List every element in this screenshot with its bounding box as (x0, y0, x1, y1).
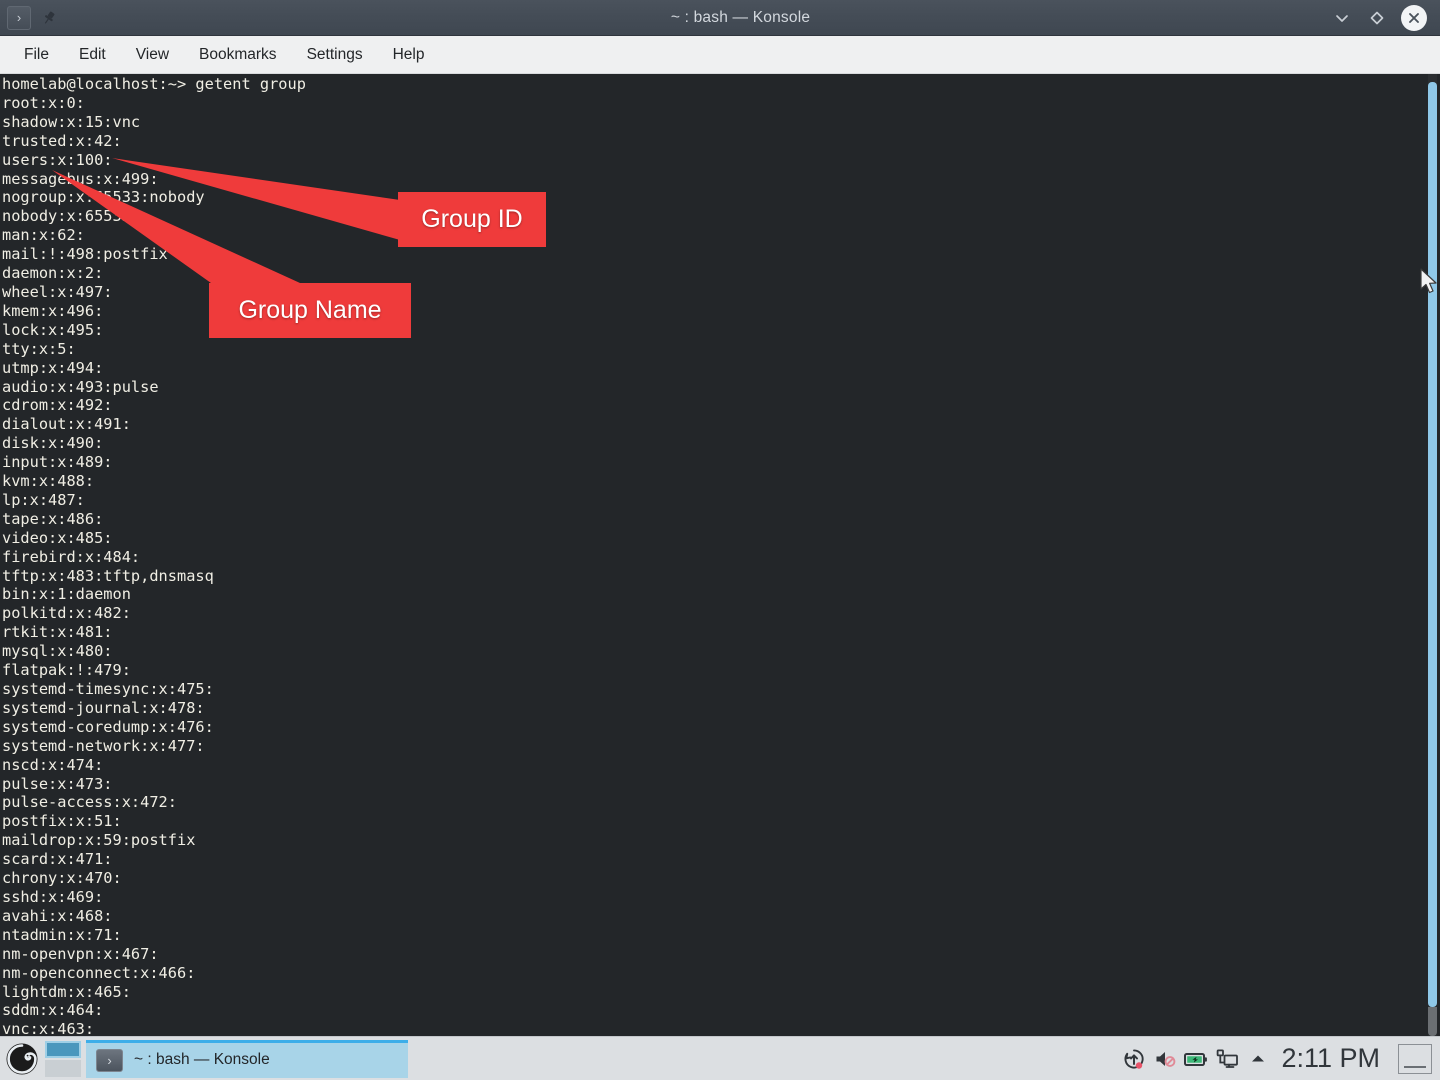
terminal-line: chrony:x:470: (2, 869, 122, 888)
terminal-line: kmem:x:496: (2, 301, 104, 320)
terminal-line: kvm:x:488: (2, 472, 95, 491)
terminal-line: tape:x:486: (2, 509, 104, 528)
terminal-line: man:x:62: (2, 226, 85, 245)
menubar: File Edit View Bookmarks Settings Help (0, 36, 1440, 74)
menu-bookmarks[interactable]: Bookmarks (186, 41, 290, 69)
menu-view[interactable]: View (123, 41, 182, 69)
terminal-line: systemd-journal:x:478: (2, 698, 205, 717)
titlebar-left-icons: › (0, 5, 150, 30)
konsole-icon: › (96, 1048, 123, 1072)
terminal-line: trusted:x:42: (2, 131, 122, 150)
terminal-text: homelab@localhost:~> getent group root:x:… (2, 75, 306, 1036)
terminal-line: sddm:x:464: (2, 1001, 104, 1020)
clock[interactable]: 2:11 PM (1273, 1043, 1392, 1074)
window-controls (1331, 4, 1440, 31)
terminal-line: vnc:x:463: (2, 1020, 95, 1036)
desktop-pager[interactable] (44, 1038, 82, 1080)
terminal-line: lightdm:x:465: (2, 982, 131, 1001)
terminal-line: flatpak:!:479: (2, 661, 131, 680)
terminal-line: scard:x:471: (2, 850, 113, 869)
terminal-line: cdrom:x:492: (2, 396, 113, 415)
terminal-line: pulse-access:x:472: (2, 793, 177, 812)
pager-desktop-2[interactable] (45, 1059, 81, 1077)
terminal-line: audio:x:493:pulse (2, 377, 159, 396)
terminal-line: lock:x:495: (2, 320, 104, 339)
terminal-line: lp:x:487: (2, 490, 85, 509)
opensuse-chameleon-icon[interactable] (0, 1037, 44, 1080)
terminal-line: wheel:x:497: (2, 282, 113, 301)
taskbar: › ~ : bash — Konsole 2:11 PM (0, 1036, 1440, 1080)
scrollbar-track-lower[interactable] (1428, 1007, 1437, 1036)
maximize-button[interactable] (1366, 7, 1388, 29)
terminal-line: mysql:x:480: (2, 642, 113, 661)
terminal-line: nscd:x:474: (2, 755, 104, 774)
show-hidden-icons-icon[interactable] (1242, 1037, 1273, 1080)
terminal-line: nobody:x:65533: (2, 207, 141, 226)
terminal-line: nogroup:x:65533:nobody (2, 188, 205, 207)
terminal-line: maildrop:x:59:postfix (2, 831, 196, 850)
terminal-line: users:x:100: (2, 150, 113, 169)
menu-help[interactable]: Help (380, 41, 438, 69)
system-tray: 2:11 PM (1118, 1037, 1440, 1080)
mouse-cursor-icon (1420, 268, 1440, 301)
konsole-icon[interactable]: › (7, 5, 31, 30)
network-wired-icon[interactable] (1211, 1037, 1242, 1080)
terminal-line: tty:x:5: (2, 339, 76, 358)
terminal-line: video:x:485: (2, 528, 113, 547)
terminal-line: systemd-network:x:477: (2, 736, 205, 755)
close-button[interactable] (1401, 4, 1427, 31)
volume-muted-icon[interactable] (1149, 1037, 1180, 1080)
terminal-line: rtkit:x:481: (2, 623, 113, 642)
konsole-window: › ~ : bash — Konsole File Edit View Book… (0, 0, 1440, 1080)
scrollbar-thumb[interactable] (1428, 82, 1437, 1007)
terminal-line: messagebus:x:499: (2, 169, 159, 188)
terminal-line: utmp:x:494: (2, 358, 104, 377)
terminal-line: disk:x:490: (2, 434, 104, 453)
terminal-line: tftp:x:483:tftp,dnsmasq (2, 566, 214, 585)
terminal-scrollbar[interactable] (1424, 74, 1440, 1036)
terminal-line: daemon:x:2: (2, 264, 104, 283)
terminal-line: avahi:x:468: (2, 906, 113, 925)
terminal-line: postfix:x:51: (2, 812, 122, 831)
terminal-line: sshd:x:469: (2, 887, 104, 906)
terminal-output-area[interactable]: homelab@localhost:~> getent group root:x:… (0, 74, 1440, 1036)
terminal-line: pulse:x:473: (2, 774, 113, 793)
terminal-line: homelab@localhost:~> getent group (2, 75, 306, 93)
software-update-icon[interactable] (1118, 1037, 1149, 1080)
task-button-label: ~ : bash — Konsole (134, 1051, 270, 1068)
task-button-konsole[interactable]: › ~ : bash — Konsole (86, 1039, 408, 1078)
menu-file[interactable]: File (11, 41, 62, 69)
pager-desktop-1[interactable] (45, 1040, 81, 1058)
terminal-line: dialout:x:491: (2, 415, 131, 434)
battery-charging-icon[interactable] (1180, 1037, 1211, 1080)
show-desktop-button[interactable] (1398, 1043, 1432, 1074)
terminal-line: input:x:489: (2, 453, 113, 472)
terminal-line: nm-openconnect:x:466: (2, 963, 196, 982)
terminal-line: mail:!:498:postfix (2, 245, 168, 264)
terminal-line: bin:x:1:daemon (2, 585, 131, 604)
terminal-line: firebird:x:484: (2, 547, 141, 566)
terminal-line: root:x:0: (2, 93, 85, 112)
menu-settings[interactable]: Settings (294, 41, 376, 69)
menu-edit[interactable]: Edit (66, 41, 119, 69)
window-title: ~ : bash — Konsole (670, 8, 811, 26)
task-manager: › ~ : bash — Konsole (82, 1039, 1118, 1078)
terminal-line: systemd-coredump:x:476: (2, 717, 214, 736)
minimize-button[interactable] (1331, 7, 1353, 29)
terminal-line: nm-openvpn:x:467: (2, 944, 159, 963)
terminal-line: polkitd:x:482: (2, 604, 131, 623)
window-titlebar: › ~ : bash — Konsole (0, 0, 1440, 36)
terminal-line: systemd-timesync:x:475: (2, 680, 214, 698)
pin-icon[interactable] (39, 8, 59, 28)
terminal-line: ntadmin:x:71: (2, 925, 122, 944)
terminal-line: shadow:x:15:vnc (2, 112, 141, 131)
